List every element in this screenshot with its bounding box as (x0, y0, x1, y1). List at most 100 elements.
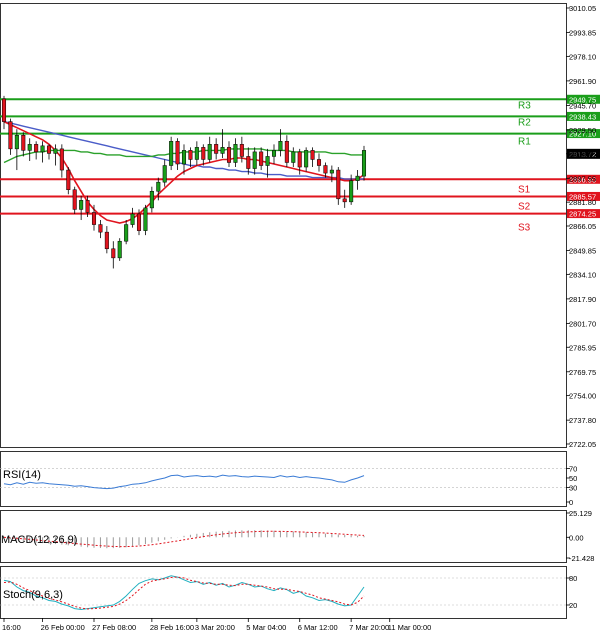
candle-body (304, 150, 309, 168)
price-tick-label: 2897.55 (569, 174, 596, 183)
candle-body (1, 98, 7, 122)
stoch-tick-label: 80 (569, 574, 577, 583)
candle-body (27, 144, 32, 151)
candle-body (117, 240, 122, 259)
candle-body (40, 145, 45, 153)
macd-title: MACD(12,26,9) (1, 534, 77, 546)
macd-tick-label: 25.129 (569, 509, 592, 518)
rsi-tick-label: 30 (569, 484, 577, 493)
candle[interactable] (117, 238, 122, 261)
candle-body (284, 141, 289, 163)
candle-body (259, 151, 264, 166)
price-tick-label: 2769.75 (569, 368, 596, 377)
price-tick-label: 3010.05 (569, 4, 596, 13)
price-tick-label: 2961.90 (569, 77, 596, 86)
level-name-r1: R1 (518, 137, 531, 148)
candle-body (162, 165, 167, 183)
candle-body (316, 159, 322, 166)
price-tick-label: 2817.90 (569, 295, 596, 304)
macd-tick-label: 0.00 (569, 533, 584, 542)
candle-body (53, 148, 58, 154)
macd-tick-label: -21.428 (569, 554, 594, 563)
candle-body (214, 144, 219, 154)
candle-body (156, 181, 161, 192)
pane-frames (0, 0, 600, 634)
candle-body (201, 147, 206, 160)
chart-svg[interactable]: 2949.75R32938.43R22927.10R12896.902885.5… (0, 0, 600, 634)
candle-body (329, 169, 334, 174)
x-tick-label: 16:00 (2, 623, 21, 632)
candle[interactable] (361, 145, 367, 181)
rsi-title: RSI(14) (3, 469, 41, 481)
candle-body (265, 156, 270, 166)
candle[interactable] (169, 136, 174, 171)
candle-body (252, 151, 257, 169)
level-price-label: 2874.25 (569, 210, 596, 219)
candle-body (8, 121, 13, 150)
candle-body (59, 148, 64, 171)
candle-body (149, 191, 154, 209)
candle-body (207, 144, 212, 160)
price-tick-label: 2737.80 (569, 416, 596, 425)
candle-body (98, 224, 103, 233)
candle-body (91, 212, 97, 225)
candle-body (226, 147, 232, 163)
price-tick-label: 2754.00 (569, 392, 596, 401)
candle[interactable] (143, 204, 148, 236)
x-tick-label: 6 Mar 12:00 (298, 623, 338, 632)
x-tick-label: 28 Feb 16:00 (150, 623, 194, 632)
x-tick-label: 7 Mar 20:00 (349, 623, 389, 632)
price-tick-label: 2913.75 (569, 150, 596, 159)
trading-chart[interactable]: 2949.75 R3 2938.43 R2 2927.10 R1 2896.90 2885.5… (0, 0, 600, 634)
candle-body (130, 213, 135, 225)
x-tick-label: 11 Mar 00:00 (388, 623, 432, 632)
candle-body (297, 151, 302, 168)
candle-body (355, 175, 360, 181)
candle-body (85, 200, 90, 213)
candle-body (291, 151, 296, 163)
candle-body (21, 134, 26, 151)
price-tick-label: 2834.10 (569, 270, 596, 279)
candle-body (271, 150, 277, 157)
candle-body (336, 169, 341, 200)
candle-body (349, 180, 354, 203)
candle-body (361, 150, 367, 177)
candle-body (46, 145, 52, 154)
price-tick-label: 2722.05 (569, 440, 596, 449)
candle-body (188, 150, 193, 160)
price-tick-label: 2849.85 (569, 247, 596, 256)
background (0, 0, 600, 634)
candle-body (143, 207, 148, 231)
rsi-tick-label: 0 (569, 498, 573, 507)
level-name-r3: R3 (518, 100, 531, 111)
candle-body (79, 200, 84, 210)
candle-body (181, 150, 187, 165)
candle-body (34, 144, 39, 153)
candle-body (104, 231, 109, 250)
level-name-s2: S2 (518, 202, 531, 213)
level-name-s3: S3 (518, 223, 531, 234)
candle-body (233, 144, 238, 163)
rsi-tick-label: 70 (569, 464, 577, 473)
price-tick-label: 2881.80 (569, 198, 596, 207)
candle-body (66, 169, 71, 190)
candle-body (175, 141, 180, 165)
price-tick-label: 2866.05 (569, 222, 596, 231)
candle-body (220, 147, 225, 154)
level-name-r2: R2 (518, 117, 531, 128)
candle-body (239, 144, 244, 157)
candle-body (194, 147, 199, 160)
x-tick-label: 26 Feb 00:00 (41, 623, 85, 632)
candle-body (72, 189, 77, 210)
candle-body (169, 141, 174, 166)
candle-body (111, 248, 116, 259)
candle-body (323, 165, 328, 174)
rsi-tick-label: 50 (569, 474, 577, 483)
x-tick-label: 3 Mar 20:00 (195, 623, 235, 632)
price-tick-label: 2993.85 (569, 29, 596, 38)
level-name-s1: S1 (518, 184, 531, 195)
level-price-label: 2938.43 (569, 112, 596, 121)
x-tick-label: 27 Feb 08:00 (92, 623, 136, 632)
candle-body (310, 150, 315, 160)
candle-body (278, 141, 283, 151)
